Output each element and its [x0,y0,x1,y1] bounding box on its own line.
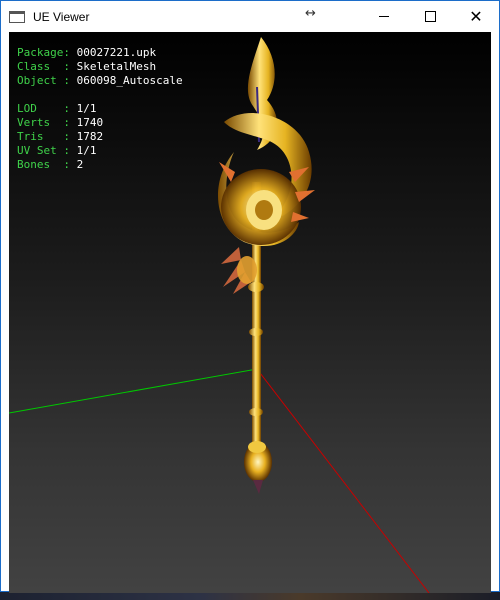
maximize-icon [424,11,436,22]
info-tris: Tris : 1782 [17,130,104,143]
ue-viewer-window[interactable]: UE Viewer ↔ ✕ Package: 00027221.upk Clas… [0,0,500,593]
title-bar[interactable]: UE Viewer ↔ ✕ [1,1,499,32]
info-package: Package: 00027221.upk [17,46,157,59]
resize-arrows-icon: ↔ [305,6,316,21]
mesh-info-panel: Package: 00027221.upk Class : SkeletalMe… [17,46,183,172]
close-icon: ✕ [469,6,483,26]
minimize-button[interactable] [361,1,407,32]
info-class: Class : SkeletalMesh [17,60,157,73]
info-verts: Verts : 1740 [17,116,104,129]
minimize-icon [379,16,389,17]
green-axis-line [9,368,258,414]
app-window-icon [9,10,25,23]
window-title: UE Viewer [33,9,90,24]
red-axis-line [256,368,430,593]
info-uvset: UV Set : 1/1 [17,144,97,157]
maximize-button[interactable] [407,1,453,32]
info-object: Object : 060098_Autoscale [17,74,183,87]
info-bones: Bones : 2 [17,158,84,171]
3d-viewport[interactable]: Package: 00027221.upk Class : SkeletalMe… [9,32,491,593]
close-button[interactable]: ✕ [453,1,499,32]
info-lod: LOD : 1/1 [17,102,97,115]
